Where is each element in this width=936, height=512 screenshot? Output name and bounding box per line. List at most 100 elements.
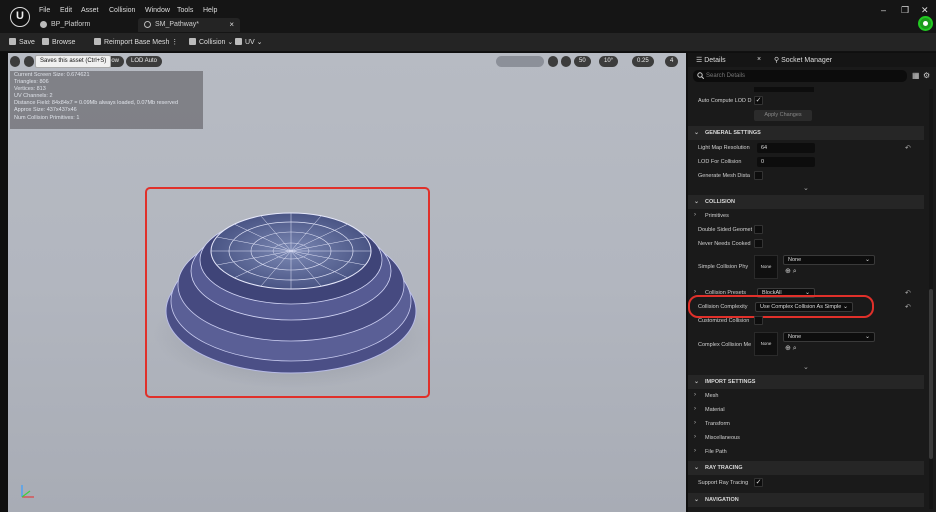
row-support-ray-tracing: Support Ray Tracing ✓ (698, 478, 763, 487)
stat-line: UV Channels: 2 (14, 93, 53, 100)
reimport-button[interactable]: Reimport Base Mesh ⋮ (94, 38, 178, 46)
chevron-right-icon: › (694, 448, 696, 454)
row-import-material[interactable]: › Material (688, 403, 924, 417)
row-lod-for-collision: LOD For Collision 0 (688, 155, 924, 169)
chevron-down-icon: ⌄ (694, 199, 700, 205)
details-panel: ☰ Details × ⚲ Socket Manager Search Deta… (688, 53, 936, 512)
uv-dropdown[interactable]: UV ⌄ (235, 38, 263, 46)
save-button[interactable]: Save (9, 38, 35, 46)
simple-collision-dropdown[interactable]: None ⌄ (783, 255, 875, 265)
scale-snap-button[interactable]: 0.25 (632, 56, 654, 67)
chevron-down-icon: ⌄ (694, 130, 700, 136)
row-import-file-path[interactable]: › File Path (688, 445, 924, 459)
grid-view-icon[interactable]: ▦ (912, 71, 920, 80)
row-import-miscellaneous[interactable]: › Miscellaneous (688, 431, 924, 445)
menu-file[interactable]: File (39, 7, 50, 14)
field-cutoff (754, 87, 814, 92)
tab-close-icon[interactable]: × (229, 18, 234, 32)
section-collision[interactable]: ⌄ COLLISION (688, 195, 924, 209)
tab-bp-platform[interactable]: BP_Platform (40, 18, 135, 32)
menu-tools[interactable]: Tools (177, 7, 193, 14)
lod-for-collision-input[interactable]: 0 (757, 157, 815, 167)
row-complex-collision-mesh: Complex Collision Me None None ⌄ ⊕ ⌕ (688, 329, 924, 361)
lod-button[interactable]: LOD Auto (126, 56, 163, 67)
static-mesh-icon (144, 20, 151, 28)
chevron-right-icon: › (694, 406, 696, 412)
maximize-icon[interactable]: ❐ (901, 5, 909, 16)
collision-dropdown[interactable]: Collision ⌄ (189, 38, 233, 46)
simple-collision-thumbnail[interactable]: None (754, 255, 778, 279)
tab-details-close-icon[interactable]: × (757, 56, 761, 63)
chevron-right-icon: › (694, 434, 696, 440)
double-sided-checkbox[interactable] (754, 225, 763, 234)
tab-label: SM_Pathway* (155, 21, 199, 28)
row-double-sided: Double Sided Geomet (688, 223, 924, 237)
folder-icon (42, 38, 49, 45)
row-primitives[interactable]: › Primitives (688, 209, 924, 223)
customized-collision-checkbox[interactable] (754, 316, 763, 325)
expand-advanced-icon[interactable]: ⌄ (803, 363, 809, 371)
section-ray-tracing[interactable]: ⌄ RAY TRACING (688, 461, 924, 475)
viewport-menu-icon[interactable] (10, 56, 20, 67)
mesh-viewport[interactable]: how LOD Auto 50 10° 0.25 4 Current Scree… (8, 53, 686, 512)
menu-edit[interactable]: Edit (60, 7, 72, 14)
menu-help[interactable]: Help (203, 7, 217, 14)
details-scrollbar[interactable] (929, 89, 933, 509)
browse-button[interactable]: Browse (42, 38, 75, 46)
stat-line: Current Screen Size: 0.674621 (14, 72, 90, 78)
reset-arrow-icon[interactable]: ↶ (905, 144, 911, 152)
apply-changes-button[interactable]: Apply Changes (754, 110, 812, 121)
expand-advanced-icon[interactable]: ⌄ (803, 184, 809, 192)
settings-gear-icon[interactable]: ⚙ (923, 71, 930, 80)
chevron-right-icon: › (694, 392, 696, 398)
asset-toolbar: Save Browse Reimport Base Mesh ⋮ Collisi… (0, 33, 936, 52)
menu-window[interactable]: Window (145, 7, 170, 14)
close-icon[interactable]: ✕ (921, 5, 929, 16)
use-selected-icon[interactable]: ⊕ ⌕ (785, 344, 797, 353)
tab-label: BP_Platform (51, 21, 91, 28)
menu-asset[interactable]: Asset (81, 7, 99, 14)
section-import-settings[interactable]: ⌄ IMPORT SETTINGS (688, 375, 924, 389)
rotation-snap-button[interactable]: 10° (599, 56, 619, 67)
grid-snap-button[interactable]: 50 (574, 56, 591, 67)
light-map-resolution-input[interactable]: 64 (757, 143, 815, 153)
chevron-down-icon: ⌄ (694, 497, 700, 503)
reset-arrow-icon[interactable]: ↶ (905, 289, 911, 297)
stat-line: Vertices: 813 (14, 86, 46, 93)
never-needs-cooked-checkbox[interactable] (754, 239, 763, 248)
source-control-icon[interactable] (918, 16, 933, 31)
auto-compute-lod-checkbox[interactable]: ✓ (754, 96, 763, 105)
minimize-icon[interactable]: – (881, 5, 886, 15)
complex-collision-dropdown[interactable]: None ⌄ (783, 332, 875, 342)
complex-collision-thumbnail[interactable]: None (754, 332, 778, 356)
tab-sm-pathway[interactable]: SM_Pathway* × (138, 18, 240, 32)
row-auto-compute-lod: Auto Compute LOD D ✓ (698, 96, 763, 105)
mesh-highlight-box (145, 187, 430, 398)
menu-collision[interactable]: Collision (109, 7, 135, 14)
chevron-down-icon: ⌄ (864, 257, 870, 263)
row-import-mesh[interactable]: › Mesh (688, 389, 924, 403)
generate-mesh-distance-checkbox[interactable] (754, 171, 763, 180)
unreal-logo-icon[interactable]: U (10, 7, 30, 27)
surface-snap-icon[interactable] (561, 56, 571, 67)
tab-details[interactable]: ☰ Details (696, 56, 726, 64)
section-navigation[interactable]: ⌄ NAVIGATION (688, 493, 924, 507)
world-icon[interactable] (548, 56, 558, 67)
support-ray-tracing-checkbox[interactable]: ✓ (754, 478, 763, 487)
camera-speed-button[interactable]: 4 (665, 56, 679, 67)
scrollbar-thumb[interactable] (929, 289, 933, 459)
reimport-icon (94, 38, 101, 45)
use-selected-icon[interactable]: ⊕ ⌕ (785, 267, 797, 276)
row-import-transform[interactable]: › Transform (688, 417, 924, 431)
title-bar: U File Edit Asset Collision Window Tools… (0, 0, 936, 33)
stat-line: Distance Field: 84x84x7 = 0.09Mb always … (14, 100, 179, 107)
reset-arrow-icon[interactable]: ↶ (905, 303, 911, 311)
perspective-icon[interactable] (24, 56, 34, 67)
transform-tools[interactable] (496, 56, 544, 67)
tab-socket-manager[interactable]: ⚲ Socket Manager (774, 56, 832, 64)
save-tooltip: Saves this asset (Ctrl+S) (35, 55, 112, 68)
stat-line: Num Collision Primitives: 1 (14, 114, 80, 121)
row-simple-collision-physics: Simple Collision Phy None None ⌄ ⊕ ⌕ (688, 251, 924, 283)
details-search-input[interactable]: Search Details (693, 70, 907, 82)
section-general-settings[interactable]: ⌄ GENERAL SETTINGS (688, 126, 924, 140)
